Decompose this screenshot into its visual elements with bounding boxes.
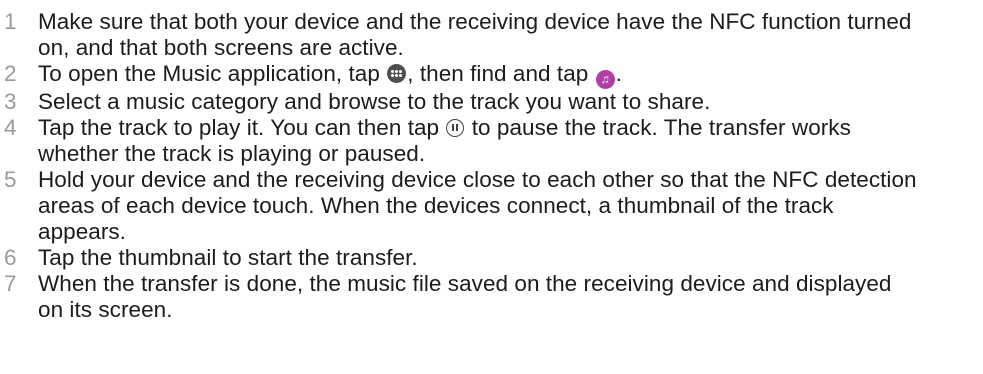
list-item: 7 When the transfer is done, the music f… [4, 271, 974, 323]
step-number: 6 [4, 245, 17, 270]
step-number: 2 [4, 61, 17, 86]
step-text: Make sure that both your device and the … [38, 9, 912, 60]
step-text-part: , then find and tap [407, 61, 589, 86]
step-number: 4 [4, 115, 17, 140]
music-icon: ♫ [595, 70, 615, 89]
pause-icon [446, 119, 465, 137]
step-text-part: To open the Music application, tap [38, 61, 380, 86]
step-text: To open the Music application, tap , the… [24, 61, 918, 89]
step-number: 7 [4, 271, 17, 296]
step-number: 5 [4, 167, 17, 192]
step-text: Select a music category and browse to th… [38, 89, 711, 114]
steps-list: 1 Make sure that both your device and th… [4, 9, 974, 323]
list-item: 3 Select a music category and browse to … [4, 89, 974, 115]
list-item: 2 To open the Music application, tap , t… [4, 61, 974, 89]
step-number: 3 [4, 89, 17, 114]
step-number: 1 [4, 9, 17, 34]
step-text: When the transfer is done, the music fil… [38, 271, 892, 322]
apps-icon [387, 64, 407, 83]
step-text: Tap the track to play it. You can then t… [24, 115, 918, 167]
list-item: 1 Make sure that both your device and th… [4, 9, 974, 61]
list-item: 4 Tap the track to play it. You can then… [4, 115, 974, 167]
step-text: Tap the thumbnail to start the transfer. [38, 245, 418, 270]
step-text-part: Tap the track to play it. You can then t… [38, 115, 440, 140]
step-text: Hold your device and the receiving devic… [38, 167, 917, 244]
list-item: 5 Hold your device and the receiving dev… [4, 167, 974, 245]
step-text-part: . [615, 61, 622, 86]
list-item: 6 Tap the thumbnail to start the transfe… [4, 245, 974, 271]
